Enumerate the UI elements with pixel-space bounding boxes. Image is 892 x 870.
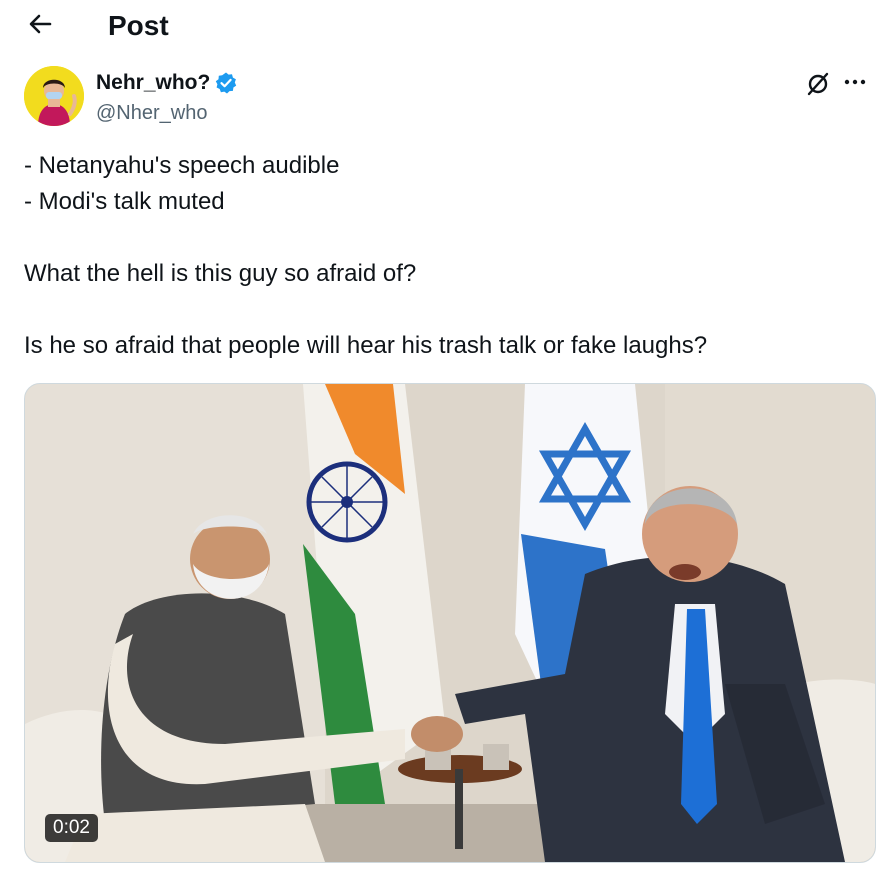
more-options-button[interactable]	[842, 68, 868, 96]
more-horizontal-icon	[844, 79, 866, 85]
tweet-line: What the hell is this guy so afraid of?	[24, 260, 417, 287]
name-row: Nehr_who?	[96, 70, 238, 96]
display-name[interactable]: Nehr_who?	[96, 70, 210, 96]
video-thumbnail	[25, 384, 875, 862]
arrow-left-icon	[29, 14, 52, 34]
tweet-line: - Netanyahu's speech audible	[24, 152, 340, 179]
tweet-text: - Netanyahu's speech audible - Modi's ta…	[24, 148, 864, 364]
video-player[interactable]: 0:02	[24, 383, 876, 863]
tweet-line: Is he so afraid that people will hear hi…	[24, 332, 708, 359]
video-duration-badge: 0:02	[45, 814, 98, 842]
top-bar: Post	[0, 0, 892, 52]
user-handle[interactable]: @Nher_who	[96, 100, 207, 126]
author-row: Nehr_who? @Nher_who	[24, 66, 868, 130]
avatar-image	[24, 66, 84, 126]
page-title: Post	[108, 10, 169, 41]
verified-badge-icon	[216, 72, 237, 94]
back-button[interactable]	[24, 8, 56, 40]
grok-button[interactable]	[804, 70, 832, 98]
tweet-line: - Modi's talk muted	[24, 188, 225, 215]
avatar[interactable]	[24, 66, 84, 126]
grok-icon	[807, 72, 829, 96]
